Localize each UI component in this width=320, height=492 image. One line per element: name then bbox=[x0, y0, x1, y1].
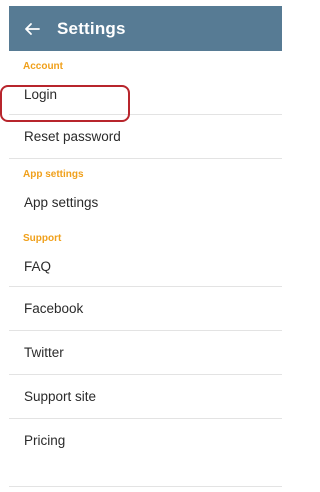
settings-item-pricing[interactable]: Pricing bbox=[9, 419, 282, 463]
back-button[interactable] bbox=[13, 6, 51, 51]
section-header-app-settings: App settings bbox=[23, 169, 84, 180]
section-header-support: Support bbox=[23, 233, 62, 244]
settings-item-support-site[interactable]: Support site bbox=[9, 375, 282, 419]
login-highlight-box bbox=[0, 85, 130, 122]
settings-item-app-settings[interactable]: App settings bbox=[9, 183, 282, 223]
section-header-account: Account bbox=[23, 61, 63, 72]
settings-item-twitter[interactable]: Twitter bbox=[9, 331, 282, 375]
app-bar: Settings bbox=[9, 6, 282, 51]
divider bbox=[9, 486, 282, 487]
settings-item-faq[interactable]: FAQ bbox=[9, 247, 282, 287]
settings-item-facebook[interactable]: Facebook bbox=[9, 287, 282, 331]
page-title: Settings bbox=[57, 18, 126, 38]
arrow-left-icon bbox=[25, 22, 40, 35]
